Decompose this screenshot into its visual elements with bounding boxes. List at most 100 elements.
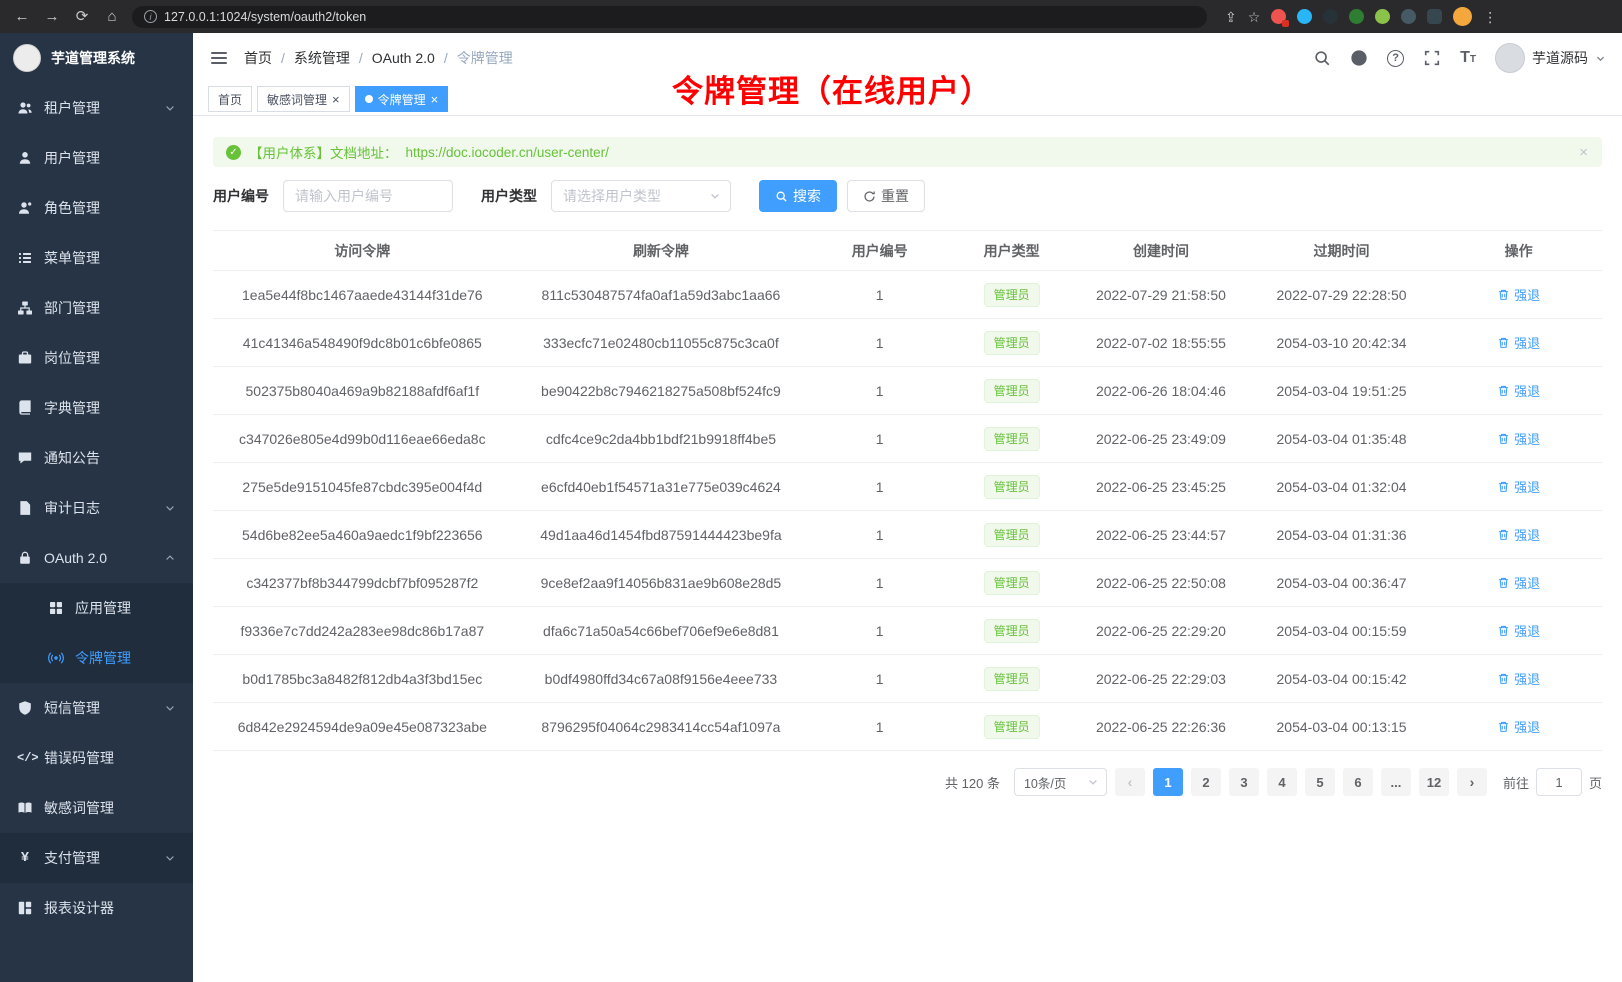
share-icon[interactable]: ⇪	[1225, 10, 1237, 24]
page-button-4[interactable]: 4	[1267, 768, 1297, 796]
extension-icon-6[interactable]	[1401, 9, 1416, 24]
expire-time-cell: 2054-03-04 01:32:04	[1248, 463, 1436, 511]
page-button-6[interactable]: 6	[1343, 768, 1373, 796]
user-type-cell: 管理员	[949, 271, 1074, 319]
force-logout-button[interactable]: 强退	[1497, 381, 1540, 400]
sidebar-item-notice[interactable]: 通知公告	[0, 433, 193, 483]
sidebar-item-report-designer[interactable]: 报表设计器	[0, 883, 193, 933]
expire-time-cell: 2022-07-29 22:28:50	[1248, 271, 1436, 319]
force-logout-button[interactable]: 强退	[1497, 429, 1540, 448]
alert-close-icon[interactable]: ×	[1579, 145, 1588, 160]
tab-token[interactable]: 令牌管理 ×	[355, 86, 449, 112]
token-table: 访问令牌 刷新令牌 用户编号 用户类型 创建时间 过期时间 操作 1ea5e44…	[213, 230, 1602, 751]
action-cell: 强退	[1435, 367, 1602, 415]
forward-icon[interactable]: →	[42, 9, 62, 24]
sidebar-item-tenant[interactable]: 租户管理	[0, 83, 193, 133]
extension-icon-7[interactable]	[1427, 9, 1442, 24]
create-time-cell: 2022-06-25 22:29:20	[1074, 607, 1248, 655]
sidebar-item-oauth-token[interactable]: 令牌管理	[0, 633, 193, 683]
breadcrumb-system[interactable]: 系统管理	[294, 48, 350, 68]
sidebar-item-sensitive-word[interactable]: 敏感词管理	[0, 783, 193, 833]
search-button[interactable]: 搜索	[759, 180, 837, 212]
github-icon[interactable]	[1350, 49, 1368, 67]
url-bar[interactable]: i 127.0.0.1:1024/system/oauth2/token	[132, 6, 1207, 28]
force-logout-button[interactable]: 强退	[1497, 573, 1540, 592]
sidebar-item-department[interactable]: 部门管理	[0, 283, 193, 333]
sidebar-item-post[interactable]: 岗位管理	[0, 333, 193, 383]
breadcrumb-home[interactable]: 首页	[244, 48, 272, 68]
browser-menu-icon[interactable]: ⋮	[1483, 10, 1497, 24]
user-menu[interactable]: 芋道源码	[1495, 43, 1606, 73]
force-logout-button[interactable]: 强退	[1497, 525, 1540, 544]
more-pages-button[interactable]: ...	[1381, 768, 1411, 796]
user-type-select[interactable]: 请选择用户类型	[551, 180, 731, 212]
site-info-icon[interactable]: i	[144, 10, 157, 23]
search-icon[interactable]	[1313, 49, 1331, 67]
app-grid-icon	[48, 600, 64, 616]
screen: ← → ⟳ ⌂ i 127.0.0.1:1024/system/oauth2/t…	[0, 0, 1622, 982]
reset-button[interactable]: 重置	[847, 180, 925, 212]
top-navbar: 首页 / 系统管理 / OAuth 2.0 / 令牌管理 ? TT	[193, 33, 1622, 83]
next-page-button[interactable]: ›	[1457, 768, 1487, 796]
user-id-cell: 1	[810, 463, 949, 511]
sidebar-item-role[interactable]: 角色管理	[0, 183, 193, 233]
force-logout-button[interactable]: 强退	[1497, 333, 1540, 352]
bookmark-star-icon[interactable]: ☆	[1248, 10, 1261, 24]
back-icon[interactable]: ←	[12, 9, 32, 24]
home-icon[interactable]: ⌂	[102, 9, 122, 24]
tab-sensitive-word[interactable]: 敏感词管理 ×	[257, 86, 350, 112]
hamburger-icon[interactable]	[209, 48, 229, 68]
browser-profile-avatar[interactable]	[1453, 7, 1472, 26]
sidebar-item-label: 用户管理	[44, 148, 100, 168]
close-icon[interactable]: ×	[431, 93, 439, 106]
force-logout-button[interactable]: 强退	[1497, 669, 1540, 688]
user-id-input[interactable]	[283, 180, 453, 212]
close-icon[interactable]: ×	[332, 93, 340, 106]
goto-page-input[interactable]	[1536, 768, 1582, 796]
tenant-users-icon	[17, 100, 33, 116]
access-token-cell: c347026e805e4d99b0d116eae66eda8c	[213, 415, 512, 463]
refresh-token-cell: e6cfd40eb1f54571a31e775e039c4624	[512, 463, 811, 511]
help-icon[interactable]: ?	[1387, 50, 1404, 67]
extension-icon-4[interactable]	[1349, 9, 1364, 24]
alert-link[interactable]: https://doc.iocoder.cn/user-center/	[406, 145, 609, 160]
extension-puzzle-icon[interactable]	[1375, 9, 1390, 24]
breadcrumb-oauth[interactable]: OAuth 2.0	[372, 50, 435, 66]
sidebar-item-dictionary[interactable]: 字典管理	[0, 383, 193, 433]
sidebar-item-audit-log[interactable]: 审计日志	[0, 483, 193, 533]
page-button-2[interactable]: 2	[1191, 768, 1221, 796]
extension-icon-2[interactable]	[1297, 9, 1312, 24]
refresh-token-cell: 49d1aa46d1454fbd87591444423be9fa	[512, 511, 811, 559]
sidebar-item-oauth[interactable]: OAuth 2.0	[0, 533, 193, 583]
user-type-badge: 管理员	[984, 667, 1040, 691]
sidebar-item-user[interactable]: 用户管理	[0, 133, 193, 183]
breadcrumb: 首页 / 系统管理 / OAuth 2.0 / 令牌管理	[244, 48, 513, 68]
page-size-select[interactable]: 10条/页	[1014, 768, 1107, 796]
app-logo[interactable]: 芋道管理系统	[0, 33, 193, 83]
tab-home[interactable]: 首页	[208, 86, 252, 112]
chevron-down-icon	[1087, 776, 1099, 788]
force-logout-button[interactable]: 强退	[1497, 717, 1540, 736]
sidebar-item-sms[interactable]: 短信管理	[0, 683, 193, 733]
force-logout-button[interactable]: 强退	[1497, 621, 1540, 640]
sidebar-item-pay[interactable]: ¥ 支付管理	[0, 833, 193, 883]
page-button-12[interactable]: 12	[1419, 768, 1449, 796]
page-button-5[interactable]: 5	[1305, 768, 1335, 796]
page-button-1[interactable]: 1	[1153, 768, 1183, 796]
force-logout-button[interactable]: 强退	[1497, 285, 1540, 304]
font-size-icon[interactable]: TT	[1460, 50, 1476, 66]
sidebar-item-oauth-app[interactable]: 应用管理	[0, 583, 193, 633]
fullscreen-icon[interactable]	[1423, 49, 1441, 67]
user-type-cell: 管理员	[949, 655, 1074, 703]
goto-label: 前往	[1503, 773, 1529, 792]
trash-icon	[1497, 288, 1510, 301]
sidebar-item-error-code[interactable]: </> 错误码管理	[0, 733, 193, 783]
sidebar-item-menu[interactable]: 菜单管理	[0, 233, 193, 283]
force-logout-button[interactable]: 强退	[1497, 477, 1540, 496]
oauth-lock-icon	[17, 550, 33, 566]
extension-icon-1[interactable]	[1271, 9, 1286, 24]
prev-page-button[interactable]: ‹	[1115, 768, 1145, 796]
page-button-3[interactable]: 3	[1229, 768, 1259, 796]
reload-icon[interactable]: ⟳	[72, 9, 92, 24]
extension-icon-3[interactable]	[1323, 9, 1338, 24]
